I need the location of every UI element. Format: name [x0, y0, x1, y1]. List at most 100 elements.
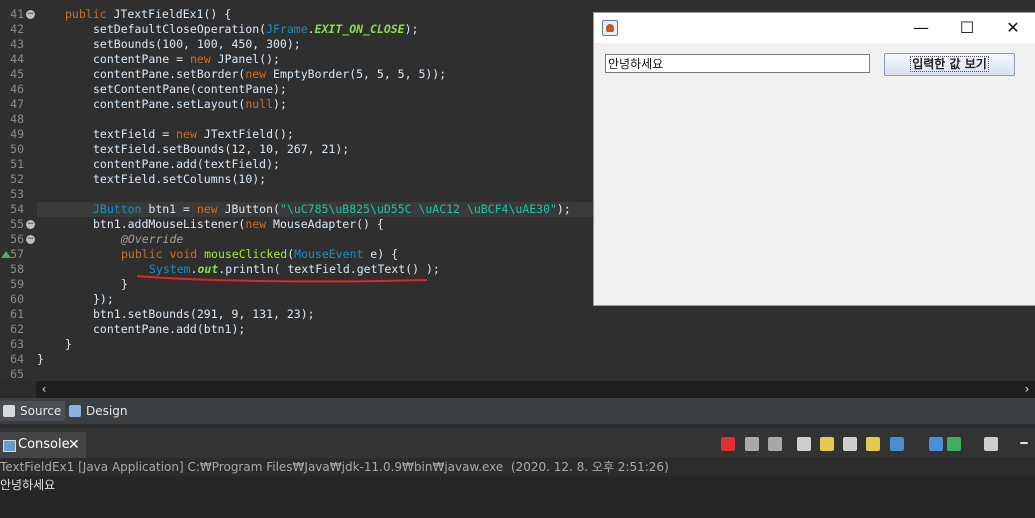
line-number: 59 — [10, 277, 24, 291]
close-icon[interactable]: ✕ — [68, 432, 80, 458]
line-number: 54 — [10, 202, 24, 216]
editor-mode-tabs: Source Design — [0, 398, 1035, 424]
scroll-left-icon[interactable]: ‹ — [36, 381, 52, 398]
code-token: JButton — [217, 202, 274, 216]
line-number: 63 — [10, 337, 24, 351]
text-input-field[interactable]: 안녕하세요 — [605, 54, 870, 73]
tab-design[interactable]: Design — [66, 401, 131, 421]
code-token: () { — [356, 217, 384, 231]
maximize-button[interactable]: ☐ — [944, 13, 990, 43]
code-token: MouseAdapter — [266, 217, 357, 231]
code-token: JTextFieldEx1() { — [106, 7, 232, 21]
line-number: 52 — [10, 172, 24, 186]
code-line: } — [37, 352, 44, 367]
word-wrap-icon[interactable] — [843, 437, 857, 451]
console-icon — [3, 440, 16, 452]
pin-icon[interactable] — [820, 437, 834, 451]
code-token: (5, 5, 5, 5)); — [349, 67, 447, 81]
line-number: 43 — [10, 37, 24, 51]
code-token: (); — [273, 127, 294, 141]
console-view-header: Console ✕ — [0, 428, 1035, 458]
code-token: ); — [556, 202, 571, 216]
code-token: void — [162, 247, 198, 261]
code-token: e) { — [363, 247, 398, 261]
code-line: System.out.println( textField.getText() … — [37, 262, 440, 277]
code-line: setBounds(100, 100, 450, 300); — [37, 37, 301, 52]
code-line: setDefaultCloseOperation(JFrame.EXIT_ON_… — [37, 22, 418, 37]
console-tab-label: Console — [18, 437, 70, 452]
remove-launch-icon[interactable] — [745, 437, 759, 451]
terminate-icon[interactable] — [721, 437, 735, 451]
line-number: 53 — [10, 187, 24, 201]
code-token: new — [189, 52, 211, 66]
code-line: contentPane.add(btn1); — [37, 322, 245, 337]
tab-source[interactable]: Source — [0, 401, 66, 421]
code-token: JButton — [93, 202, 142, 216]
collapse-fold-icon[interactable]: − — [26, 220, 35, 229]
tab-source-label: Source — [20, 404, 62, 418]
code-line: }); — [37, 292, 114, 307]
close-button[interactable]: ✕ — [990, 13, 1035, 43]
window-titlebar[interactable]: — ☐ ✕ — [594, 13, 1035, 43]
code-token: new — [176, 127, 197, 141]
code-line: textField.setColumns(10); — [37, 172, 266, 187]
code-token: null — [245, 97, 274, 111]
remove-all-icon[interactable] — [768, 437, 782, 451]
horizontal-scrollbar[interactable]: ‹ › — [36, 381, 1035, 398]
code-line: setContentPane(contentPane); — [37, 82, 287, 97]
scroll-right-icon[interactable]: › — [1019, 381, 1035, 398]
collapse-fold-icon[interactable]: − — [26, 10, 35, 19]
show-console-icon[interactable] — [797, 437, 811, 451]
code-line: textField.setBounds(12, 10, 267, 21); — [37, 142, 349, 157]
override-marker-icon — [1, 251, 11, 258]
code-token: contentPane.add(btn1); — [93, 322, 246, 336]
code-token: new — [196, 202, 218, 216]
line-number: 49 — [10, 127, 24, 141]
code-token: textField.setBounds(12, 10, 267, 21); — [93, 142, 350, 156]
design-icon — [69, 405, 81, 417]
line-number: 47 — [10, 97, 24, 111]
line-number: 41 — [10, 7, 24, 21]
code-token: .println( textField.getText() ); — [218, 262, 440, 276]
code-line: } — [37, 337, 72, 352]
code-token: "\uC785\uB825\uD55C \uAC12 \uBCF4\uAE30" — [279, 202, 557, 216]
code-token: textField.setColumns(10); — [93, 172, 267, 186]
code-token: contentPane.setLayout( — [93, 97, 246, 111]
line-number: 61 — [10, 307, 24, 321]
line-number: 56 — [10, 232, 24, 246]
code-token: } — [121, 277, 128, 291]
code-token: . — [307, 22, 315, 36]
code-token: setBounds(100, 100, 450, 300); — [93, 37, 301, 51]
open-console-icon[interactable] — [947, 437, 961, 451]
code-token: contentPane = — [93, 52, 190, 66]
code-line: } — [37, 277, 128, 292]
minimize-button[interactable]: — — [898, 13, 944, 43]
code-line: JButton btn1 = new JButton("\uC785\uB825… — [37, 202, 653, 217]
code-token: } — [37, 352, 44, 366]
tab-console[interactable]: Console ✕ — [0, 432, 86, 458]
collapse-fold-icon[interactable]: − — [26, 235, 35, 244]
code-line: contentPane.add(textField); — [37, 157, 280, 172]
line-number: 46 — [10, 82, 24, 96]
code-token: setContentPane(contentPane); — [93, 82, 287, 96]
line-number: 45 — [10, 67, 24, 81]
code-line: textField = new JTextField(); — [37, 127, 294, 142]
line-number: 48 — [10, 112, 24, 126]
scroll-lock-icon[interactable] — [866, 437, 880, 451]
code-line: contentPane.setBorder(new EmptyBorder(5,… — [37, 67, 446, 82]
clear-console-icon[interactable] — [890, 437, 904, 451]
line-number: 50 — [10, 142, 24, 156]
new-console-icon[interactable] — [984, 437, 998, 451]
code-token: @Override — [121, 232, 184, 246]
minimize-icon[interactable] — [1020, 442, 1028, 444]
code-line: btn1.addMouseListener(new MouseAdapter()… — [37, 217, 384, 232]
code-token: mouseClicked — [197, 247, 288, 261]
console-launch-status: TextFieldEx1 [Java Application] C:₩Progr… — [0, 458, 1035, 476]
display-selected-console-icon[interactable] — [929, 437, 943, 451]
line-number: 60 — [10, 292, 24, 306]
code-token: contentPane.setBorder( — [93, 67, 246, 81]
console-output[interactable]: 안녕하세요 — [0, 476, 1035, 518]
code-token: btn1 = — [141, 202, 197, 216]
show-input-value-button[interactable]: 입력한 값 보기 — [884, 53, 1015, 76]
code-token: public — [65, 7, 107, 21]
